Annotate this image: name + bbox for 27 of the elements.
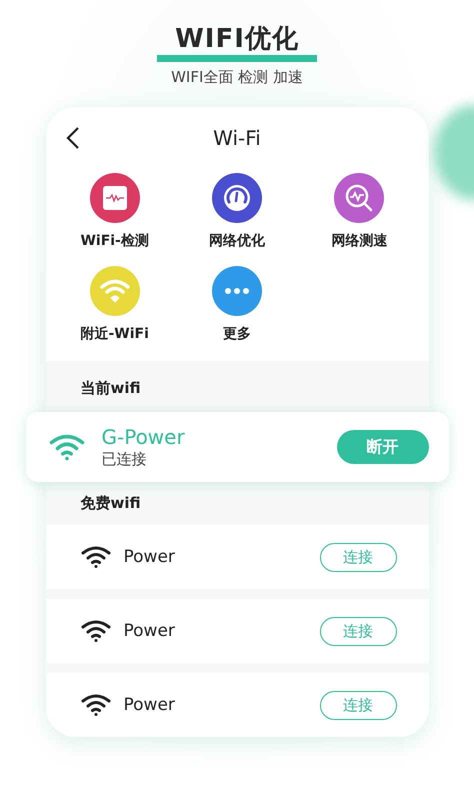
- tool-label[interactable]: 附近-WiFi: [80, 325, 149, 343]
- heartbeat-icon[interactable]: [90, 173, 140, 223]
- network-name: Power: [124, 621, 176, 641]
- tool-label[interactable]: 更多: [222, 325, 251, 343]
- panel-title: Wi-Fi: [213, 126, 261, 150]
- tool-label[interactable]: 网络测速: [331, 232, 388, 250]
- back-icon[interactable]: [66, 126, 80, 150]
- page-title: WIFI优化: [175, 24, 299, 54]
- magnifier-chart-icon[interactable]: [334, 173, 384, 223]
- network-row[interactable]: Power 连接: [46, 673, 428, 737]
- wifi-icon: [80, 619, 112, 643]
- tool-label[interactable]: WiFi-检测: [80, 232, 149, 250]
- section-label: 当前wifi: [80, 378, 142, 399]
- network-row[interactable]: Power 连接: [46, 599, 428, 663]
- gauge-icon[interactable]: [212, 173, 262, 223]
- network-row[interactable]: Power 连接: [46, 525, 428, 589]
- section-label: 免费wifi: [80, 493, 142, 514]
- wifi-icon: [80, 693, 112, 717]
- more-icon[interactable]: [212, 266, 262, 316]
- network-name: G-Power: [102, 425, 186, 449]
- network-name: Power: [124, 695, 176, 715]
- page-subtitle: WIFI全面 检测 加速: [171, 68, 303, 87]
- network-name: Power: [124, 547, 176, 567]
- tool-label[interactable]: 网络优化: [208, 232, 265, 250]
- wifi-icon: [80, 545, 112, 569]
- connection-status: 已连接: [102, 449, 148, 469]
- wifi-icon: [48, 432, 86, 462]
